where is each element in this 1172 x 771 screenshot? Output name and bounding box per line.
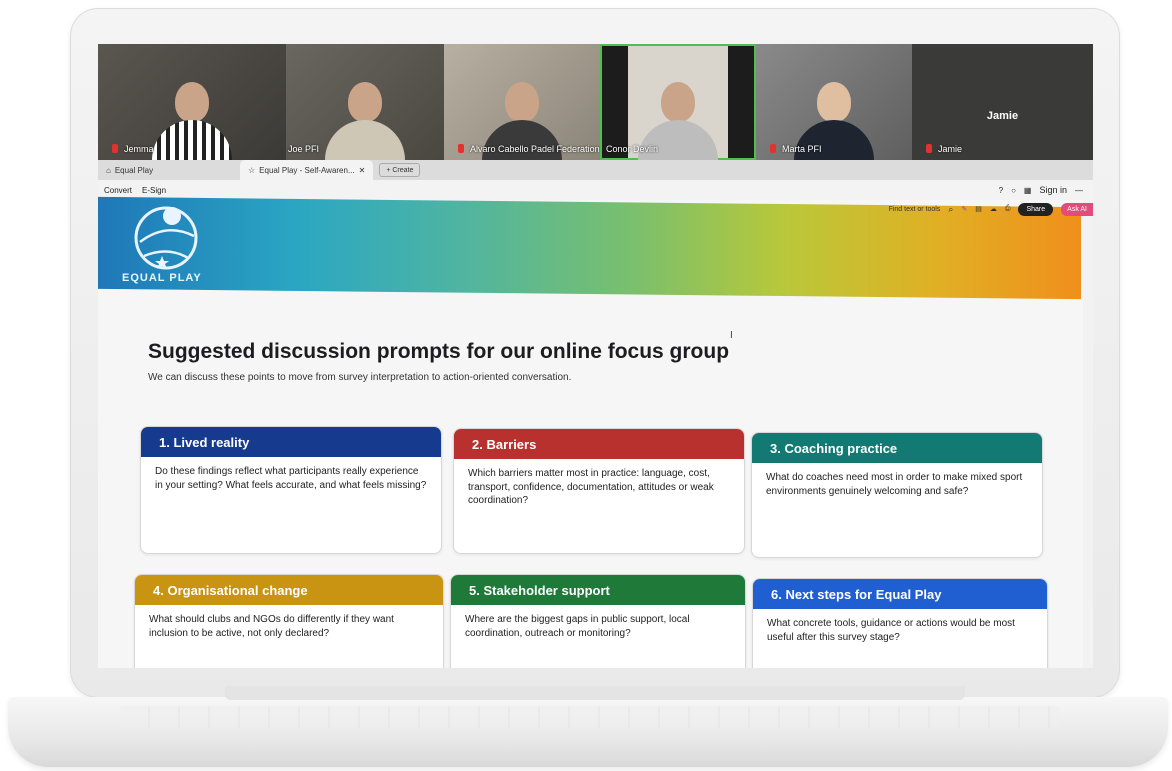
card-body: What should clubs and NGOs do differentl… [149, 614, 394, 639]
card-body: Do these findings reflect what participa… [155, 466, 427, 491]
minimize-icon[interactable]: — [1075, 186, 1083, 195]
laptop-hinge [225, 686, 965, 700]
laptop-screen: Jemma Joe PFI Alvaro Cabello Padel Feder… [98, 44, 1093, 668]
share-button[interactable]: Share [1018, 202, 1054, 216]
participant-body [325, 120, 405, 160]
tools-icon[interactable]: ✎ [961, 205, 967, 213]
mic-muted-icon [112, 144, 118, 153]
page-icon[interactable]: ▤ [975, 205, 982, 213]
card-title: 2. Barriers [454, 429, 744, 459]
mic-muted-icon [770, 144, 776, 153]
viewer-toolbar: Find text or tools ⌕ ✎ ▤ ☁ ⎙ Share Ask A… [98, 200, 1093, 218]
participant-face [817, 82, 851, 122]
find-field[interactable]: Find text or tools [889, 206, 941, 213]
participant-tile[interactable]: Jamie Jamie [912, 44, 1093, 160]
participant-big-name: Jamie [986, 110, 1019, 122]
mic-muted-icon [926, 144, 932, 153]
participant-name: Conor Devlin [606, 144, 659, 154]
participant-tile[interactable]: Jemma [98, 44, 286, 160]
card-title: 5. Stakeholder support [451, 575, 745, 605]
participant-face [505, 82, 539, 122]
ask-ai-button[interactable]: Ask AI [1061, 202, 1093, 216]
page-subtitle: We can discuss these points to move from… [148, 372, 572, 383]
cloud-upload-icon[interactable]: ☁ [990, 205, 997, 213]
sign-in-link[interactable]: Sign in [1039, 185, 1067, 195]
participant-body [482, 120, 562, 160]
participant-tile[interactable]: Joe PFI [286, 44, 444, 160]
apps-icon[interactable]: ▦ [1024, 186, 1032, 195]
browser-tab-bar: ⌂ Equal Play ☆ Equal Play - Self-Awaren.… [98, 160, 1093, 180]
tab-home[interactable]: ⌂ Equal Play [98, 160, 240, 180]
prompt-card: 5. Stakeholder support Where are the big… [450, 574, 746, 668]
participant-name: Jamie [938, 144, 963, 154]
print-icon[interactable]: ⎙ [1005, 205, 1011, 213]
star-icon: ☆ [248, 165, 256, 175]
logo-text: EQUAL PLAY [122, 272, 202, 284]
participant-body [152, 120, 232, 160]
participant-face [661, 82, 695, 122]
keyboard [120, 706, 1060, 728]
card-body: What concrete tools, guidance or actions… [767, 618, 1015, 643]
home-icon: ⌂ [106, 165, 111, 175]
card-body: Which barriers matter most in practice: … [468, 468, 714, 506]
participant-name: Marta PFI [782, 144, 822, 154]
page-title: Suggested discussion prompts for our onl… [148, 340, 730, 363]
new-tab-button[interactable]: + Create [379, 163, 421, 177]
prompt-card: 4. Organisational change What should clu… [134, 574, 444, 668]
document-viewer: EQUAL PLAY Find text or tools ⌕ ✎ ▤ ☁ ⎙ … [98, 196, 1093, 668]
card-title: 3. Coaching practice [752, 433, 1042, 463]
card-title: 1. Lived reality [141, 427, 441, 457]
participant-body [794, 120, 874, 160]
participant-tile-active[interactable]: Conor Devlin [600, 44, 756, 160]
esign-button[interactable]: E-Sign [142, 186, 166, 195]
card-title: 6. Next steps for Equal Play [753, 579, 1047, 609]
search-icon[interactable]: ⌕ [948, 204, 953, 215]
participant-tile[interactable]: Marta PFI [756, 44, 912, 160]
prompt-card: 6. Next steps for Equal Play What concre… [752, 578, 1048, 668]
convert-button[interactable]: Convert [104, 186, 132, 195]
bell-icon[interactable]: ○ [1011, 186, 1016, 195]
card-title: 4. Organisational change [135, 575, 443, 605]
participant-face [348, 82, 382, 122]
mic-muted-icon [458, 144, 464, 153]
participant-name: Joe PFI [288, 144, 320, 154]
tab-label: Equal Play - Self-Awaren... [259, 165, 355, 175]
help-icon[interactable]: ? [999, 186, 1003, 195]
card-body: Where are the biggest gaps in public sup… [465, 614, 690, 639]
participant-tile[interactable]: Alvaro Cabello Padel Federation [444, 44, 600, 160]
tab-document[interactable]: ☆ Equal Play - Self-Awaren... ✕ [240, 160, 374, 180]
participant-name: Alvaro Cabello Padel Federation [470, 144, 600, 154]
tab-label: Equal Play [114, 165, 154, 175]
prompt-card: 3. Coaching practice What do coaches nee… [751, 432, 1043, 558]
participant-body [638, 120, 718, 160]
prompt-card: 1. Lived reality Do these findings refle… [140, 426, 442, 554]
participant-face [175, 82, 209, 122]
participant-name: Jemma [124, 144, 154, 154]
app-toolbar: Convert E-Sign ? ○ ▦ Sign in — [98, 180, 1093, 200]
text-cursor-icon: I [730, 330, 733, 341]
video-participant-strip: Jemma Joe PFI Alvaro Cabello Padel Feder… [98, 44, 1093, 160]
close-tab-icon[interactable]: ✕ [359, 166, 366, 175]
prompt-card: 2. Barriers Which barriers matter most i… [453, 428, 745, 554]
card-body: What do coaches need most in order to ma… [766, 472, 1023, 497]
